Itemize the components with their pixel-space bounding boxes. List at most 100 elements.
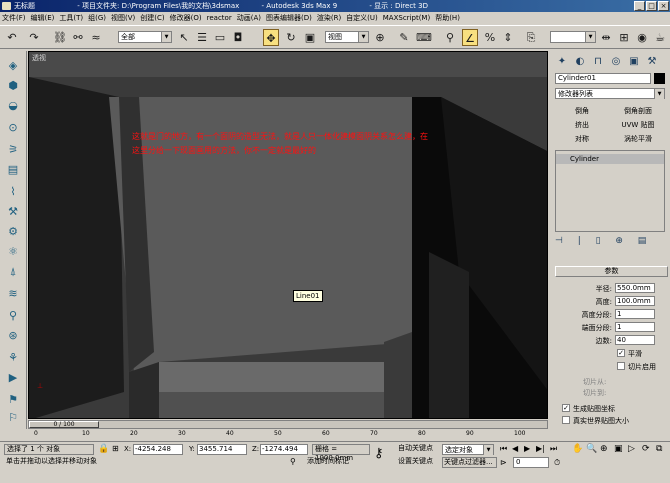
named-selection-sets[interactable]: ▼ <box>550 31 596 43</box>
x-coord-field[interactable]: -4254.248 <box>133 444 183 455</box>
material-editor-icon[interactable]: ◉ <box>634 29 650 46</box>
modifier-button[interactable]: 对称 <box>556 134 608 145</box>
select-by-name-icon[interactable]: ☰ <box>194 29 210 46</box>
z-coord-field[interactable]: -1274.494 <box>260 444 308 455</box>
transform-icon[interactable]: ⊞ <box>112 444 119 453</box>
key-filters-button[interactable]: 关键点过滤器... <box>442 457 497 468</box>
params-rollout-header[interactable]: 参数 <box>555 266 668 277</box>
create-tab-icon[interactable]: ✦ <box>555 53 569 70</box>
motion-tab-icon[interactable]: ◎ <box>609 53 623 70</box>
fov-icon[interactable]: ▷ <box>628 444 635 454</box>
fracture-icon[interactable]: ⍋ <box>4 263 22 281</box>
select-object-icon[interactable]: ↖ <box>176 29 192 46</box>
time-tag-icon[interactable]: ⚲ <box>290 457 296 466</box>
reactor-icon[interactable]: ◈ <box>4 57 22 75</box>
mirror-icon[interactable]: ⇹ <box>598 29 614 46</box>
align-icon[interactable]: ⊞ <box>616 29 632 46</box>
menu-item[interactable]: 动画(A) <box>237 14 261 22</box>
wind-icon[interactable]: ⚙ <box>4 223 22 241</box>
add-time-tag[interactable]: 添加时间标记 <box>305 457 370 468</box>
orbit-icon[interactable]: ⟳ <box>642 444 650 454</box>
menu-item[interactable]: reactor <box>207 14 232 22</box>
percent-snap-icon[interactable]: % <box>482 29 498 46</box>
modifier-stack[interactable]: Cylinder <box>555 150 665 232</box>
properties-icon[interactable]: ⚐ <box>4 409 22 427</box>
spring-icon[interactable]: ⌇ <box>4 183 22 201</box>
select-manipulate-icon[interactable]: ✎ <box>396 29 412 46</box>
hinge-icon[interactable]: ⚒ <box>4 203 22 221</box>
select-move-icon[interactable]: ✥ <box>263 29 279 46</box>
hierarchy-tab-icon[interactable]: ⊓ <box>591 53 605 70</box>
viewport-label[interactable]: 透视 <box>32 53 46 63</box>
zoom-extents-icon[interactable]: ▣ <box>614 444 623 454</box>
goto-start-icon[interactable]: ⏮ <box>500 444 507 454</box>
unlink-icon[interactable]: ⚯ <box>70 29 86 46</box>
selection-filter-dropdown[interactable]: 全部 ▼ <box>118 31 172 43</box>
timeline-ruler[interactable]: 0 10 20 30 40 50 60 70 80 90 100 <box>28 429 548 441</box>
menu-item[interactable]: 图表编辑器(D) <box>266 14 312 22</box>
window-crossing-icon[interactable]: ◘ <box>230 29 246 46</box>
zoom-all-icon[interactable]: ⊕ <box>600 444 608 454</box>
perspective-viewport[interactable]: 透视 这就是门的地方，有一个面阴的造型无法，就是人只一体化建模面阴关系怎么建，在… <box>28 51 548 419</box>
real-world-checkbox[interactable] <box>562 416 570 424</box>
param-value[interactable]: 1 <box>615 309 655 319</box>
pan-icon[interactable]: ✋ <box>572 444 583 454</box>
setkey-button[interactable]: 设置关键点 <box>398 457 438 468</box>
timeline[interactable]: 0 / 100 0 10 20 30 40 50 60 70 80 90 100 <box>28 419 548 441</box>
soft-body-icon[interactable]: ⊙ <box>4 119 22 137</box>
menu-item[interactable]: 编辑(E) <box>31 14 55 22</box>
menu-item[interactable]: 帮助(H) <box>435 14 460 22</box>
smooth-checkbox[interactable]: ✓ <box>617 349 625 357</box>
water-icon[interactable]: ≋ <box>4 285 22 303</box>
spinner-snap-icon[interactable]: ⇕ <box>500 29 516 46</box>
y-coord-field[interactable]: 3455.714 <box>197 444 247 455</box>
current-frame-field[interactable]: 0 <box>513 457 549 468</box>
param-value[interactable]: 100.0mm <box>615 296 655 306</box>
gen-map-checkbox[interactable]: ✓ <box>562 404 570 412</box>
modify-tab-icon[interactable]: ◐ <box>573 53 587 70</box>
menu-item[interactable]: 渲染(R) <box>317 14 341 22</box>
goto-end-icon[interactable]: ⏭ <box>550 444 557 454</box>
cloth-icon[interactable]: ◒ <box>4 97 22 115</box>
modifier-button[interactable]: 挤出 <box>556 120 608 131</box>
undo-icon[interactable]: ↶ <box>4 29 20 46</box>
object-color-swatch[interactable] <box>654 73 665 84</box>
named-selection-icon[interactable]: ⎘ <box>523 29 539 46</box>
modifier-button[interactable]: 倒角 <box>556 106 608 117</box>
object-name-field[interactable]: Cylinder01 <box>555 73 651 84</box>
key-mode-icon[interactable]: ⊳ <box>500 458 507 467</box>
create-animation-icon[interactable]: ⚑ <box>4 391 22 409</box>
plane-icon[interactable]: ▤ <box>4 161 22 179</box>
param-value[interactable]: 1 <box>615 322 655 332</box>
display-tab-icon[interactable]: ▣ <box>627 53 641 70</box>
stack-controls[interactable]: ⊣ | ▯ ⊕ ▤ <box>555 236 665 250</box>
reference-coord-dropdown[interactable]: 视图 ▼ <box>325 31 369 43</box>
toy-car-icon[interactable]: ⚛ <box>4 243 22 261</box>
maximize-button[interactable]: □ <box>646 1 657 11</box>
stack-item[interactable]: Cylinder <box>556 154 664 164</box>
selection-set-dropdown[interactable]: 选定对象 ▼ <box>442 444 494 455</box>
snap-2-5-icon[interactable]: ⚲ <box>442 29 458 46</box>
select-rotate-icon[interactable]: ↻ <box>283 29 299 46</box>
analyze-icon[interactable]: ⚘ <box>4 349 22 367</box>
prev-frame-icon[interactable]: ◀ <box>512 444 518 453</box>
menu-item[interactable]: 修改器(O) <box>170 14 202 22</box>
menu-item[interactable]: 自定义(U) <box>346 14 378 22</box>
render-icon[interactable]: ☕ <box>652 29 668 46</box>
rigid-body-icon[interactable]: ⬢ <box>4 77 22 95</box>
time-slider-thumb[interactable]: 0 / 100 <box>29 421 99 428</box>
minimize-button[interactable]: _ <box>634 1 645 11</box>
lock-icon[interactable]: 🔒 <box>98 444 109 454</box>
utilities-tab-icon[interactable]: ⚒ <box>645 53 659 70</box>
time-config-icon[interactable]: ⏱ <box>554 458 560 468</box>
maximize-viewport-icon[interactable]: ⧉ <box>656 444 662 454</box>
slice-on-checkbox[interactable] <box>617 362 625 370</box>
menu-item[interactable]: 视图(V) <box>111 14 135 22</box>
redo-icon[interactable]: ↷ <box>26 29 42 46</box>
menu-item[interactable]: 文件(F) <box>2 14 26 22</box>
time-slider-track[interactable]: 0 / 100 <box>28 420 548 429</box>
modifier-button[interactable]: 倒角剖面 <box>612 106 664 117</box>
link-icon[interactable]: ⛓ <box>52 29 68 46</box>
menu-item[interactable]: MAXScript(M) <box>383 14 430 22</box>
menu-item[interactable]: 创建(C) <box>140 14 164 22</box>
